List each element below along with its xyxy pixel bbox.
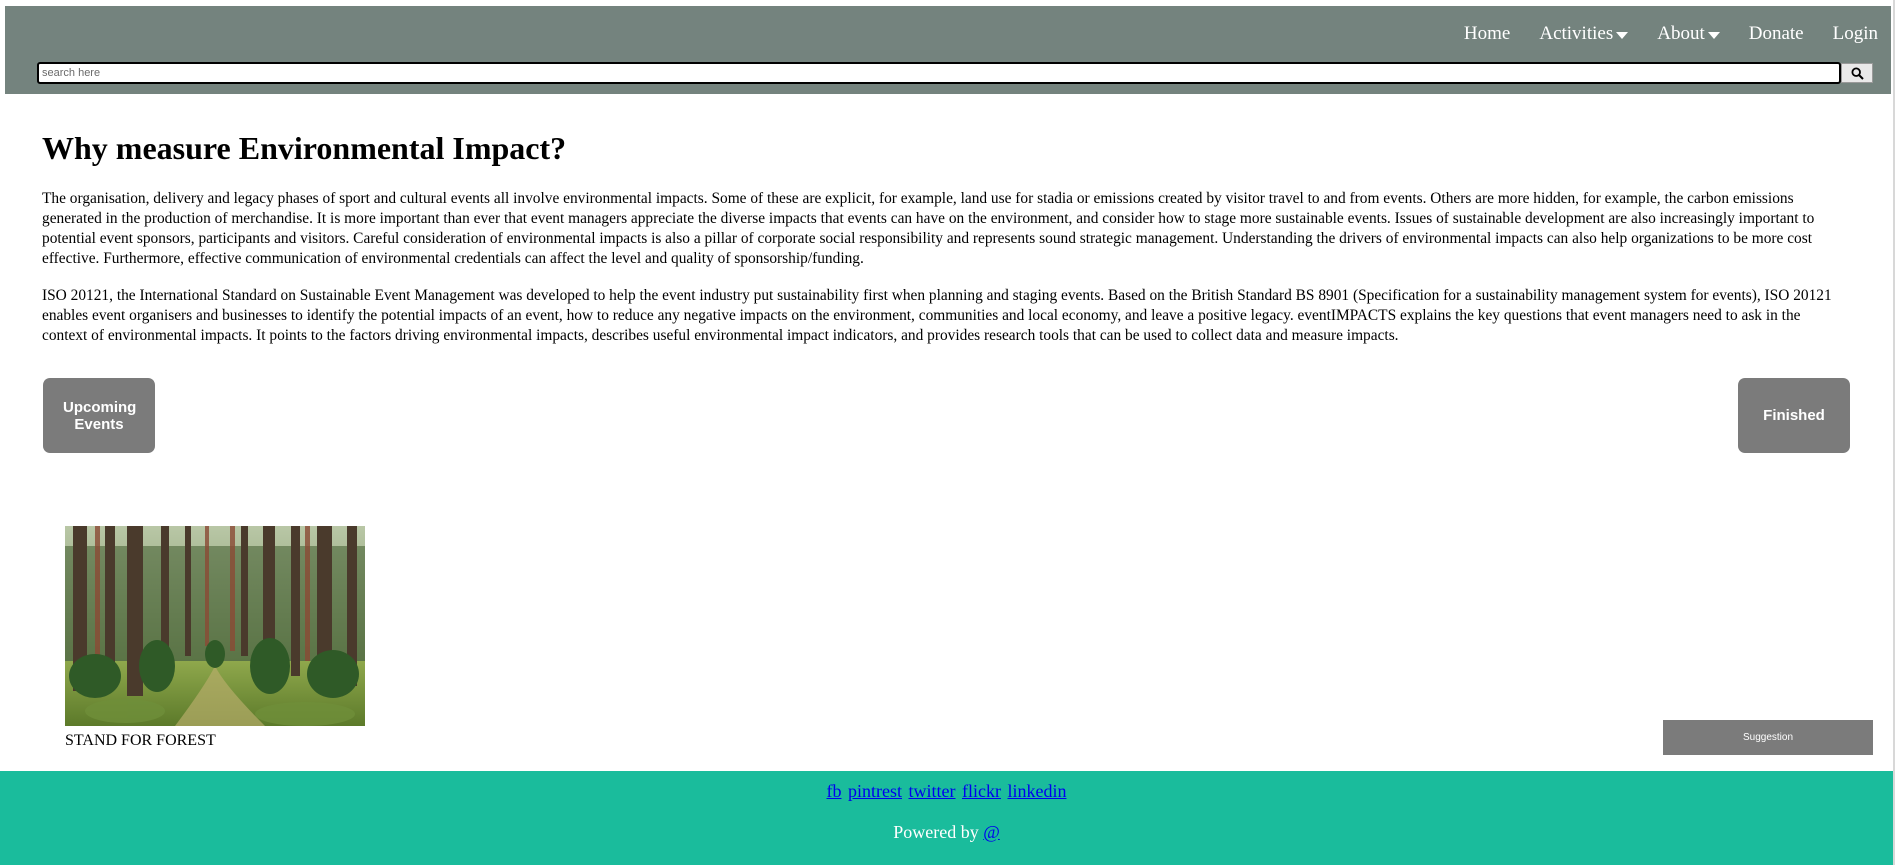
nav-activities[interactable]: Activities bbox=[1539, 16, 1629, 52]
page-title: Why measure Environmental Impact? bbox=[42, 130, 567, 166]
social-links: fb pintrest twitter flickr linkedin bbox=[0, 779, 1893, 803]
link-pintrest[interactable]: pintrest bbox=[848, 781, 902, 801]
event-image-forest[interactable] bbox=[65, 526, 365, 726]
nav-donate[interactable]: Donate bbox=[1749, 16, 1804, 52]
site-footer: fb pintrest twitter flickr linkedin Powe… bbox=[0, 771, 1893, 865]
powered-by: Powered by @ bbox=[0, 820, 1893, 844]
suggestion-button[interactable]: Suggestion bbox=[1663, 720, 1873, 755]
link-twitter[interactable]: twitter bbox=[909, 781, 956, 801]
search-input[interactable] bbox=[37, 62, 1841, 84]
search-button[interactable] bbox=[1841, 63, 1873, 83]
event-card-caption[interactable]: STAND FOR FOREST bbox=[65, 730, 216, 752]
powered-by-link[interactable]: @ bbox=[983, 822, 1000, 842]
search-icon bbox=[1850, 66, 1864, 80]
nav-login[interactable]: Login bbox=[1833, 16, 1878, 52]
powered-by-label: Powered by bbox=[893, 822, 979, 842]
link-flickr[interactable]: flickr bbox=[962, 781, 1001, 801]
page: Home Activities About Donate Login Why m… bbox=[0, 0, 1895, 865]
search-bar bbox=[37, 62, 1873, 84]
forest-image bbox=[65, 526, 365, 726]
iso-paragraph: ISO 20121, the International Standard on… bbox=[42, 287, 1832, 344]
upcoming-events-label: Upcoming Events bbox=[63, 398, 137, 433]
finished-events-label: Finished bbox=[1763, 407, 1825, 424]
main-nav: Home Activities About Donate Login bbox=[1464, 16, 1878, 52]
nav-about-label: About bbox=[1657, 23, 1705, 44]
finished-events-button[interactable]: Finished bbox=[1738, 378, 1850, 453]
caret-down-icon bbox=[1707, 31, 1720, 39]
link-fb[interactable]: fb bbox=[827, 781, 842, 801]
link-linkedin[interactable]: linkedin bbox=[1007, 781, 1066, 801]
nav-activities-label: Activities bbox=[1539, 23, 1614, 44]
caret-down-icon bbox=[1616, 31, 1629, 39]
nav-about[interactable]: About bbox=[1657, 16, 1720, 52]
nav-home[interactable]: Home bbox=[1464, 16, 1510, 52]
upcoming-events-button[interactable]: Upcoming Events bbox=[43, 378, 155, 453]
intro-paragraph: The organisation, delivery and legacy ph… bbox=[42, 190, 1815, 267]
site-header: Home Activities About Donate Login bbox=[5, 6, 1891, 94]
